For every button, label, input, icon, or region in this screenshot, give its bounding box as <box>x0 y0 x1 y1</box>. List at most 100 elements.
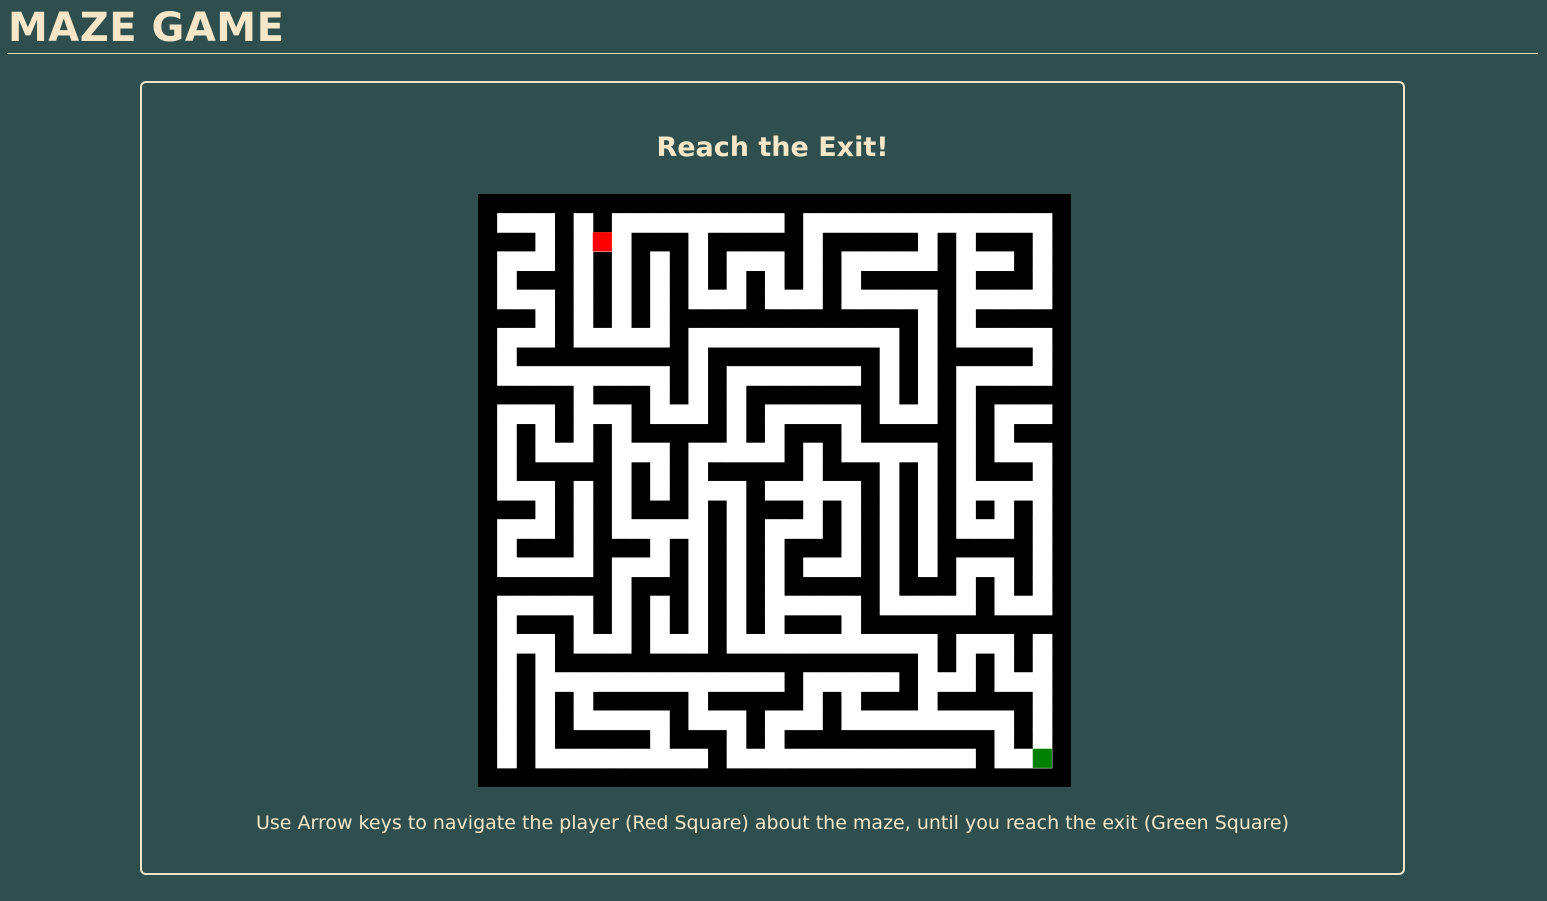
maze-path-cell <box>497 595 517 616</box>
maze-path-cell <box>497 270 517 291</box>
maze-path-cell <box>803 672 823 692</box>
maze-path-cell <box>1032 327 1053 348</box>
maze-path-cell <box>898 633 919 654</box>
maze-path-cell <box>573 308 594 329</box>
maze-path-cell <box>784 595 804 616</box>
maze-path-cell <box>688 710 709 731</box>
maze-path-cell <box>611 366 632 386</box>
maze-path-cell <box>650 327 670 348</box>
maze-path-cell <box>745 213 766 233</box>
maze-path-cell <box>994 672 1015 692</box>
maze-path-cell <box>879 748 900 769</box>
maze-path-cell <box>688 538 709 558</box>
maze-grid <box>478 194 1071 787</box>
maze-path-cell <box>956 289 976 310</box>
maze-path-cell <box>822 672 842 692</box>
maze-path-cell <box>803 366 823 386</box>
maze-path-cell <box>764 289 785 310</box>
maze-path-cell <box>1013 366 1034 386</box>
maze-path-cell <box>937 710 957 731</box>
maze-path-cell <box>688 232 709 252</box>
maze-path-cell <box>611 672 632 692</box>
maze-path-cell <box>917 672 938 692</box>
maze-path-cell <box>764 251 785 272</box>
maze-path-cell <box>975 633 995 654</box>
maze-path-cell <box>841 289 862 310</box>
maze-path-cell <box>611 576 632 597</box>
maze-path-cell <box>764 327 785 348</box>
maze-path-cell <box>764 633 785 654</box>
maze-path-cell <box>688 442 709 463</box>
maze-path-cell <box>917 404 938 425</box>
maze-path-cell <box>650 519 670 539</box>
maze-path-cell <box>1032 538 1053 558</box>
maze-path-cell <box>631 519 651 539</box>
maze-path-cell <box>1032 213 1053 233</box>
maze-path-cell <box>611 519 632 539</box>
maze-path-cell <box>879 404 900 425</box>
maze-path-cell <box>1032 289 1053 310</box>
maze-path-cell <box>688 633 709 654</box>
maze-path-cell <box>1032 595 1053 616</box>
instructions-text: Use Arrow keys to navigate the player (R… <box>255 812 1290 834</box>
maze-path-cell <box>917 538 938 558</box>
page-header: MAZE GAME <box>7 0 1538 54</box>
maze-path-cell <box>956 251 976 272</box>
maze-path-cell <box>611 327 632 348</box>
maze-path-cell <box>841 672 862 692</box>
maze-path-cell <box>726 213 747 233</box>
maze-path-cell <box>611 289 632 310</box>
maze-path-cell <box>1032 633 1053 654</box>
maze-path-cell <box>1032 653 1053 673</box>
maze-path-cell <box>573 614 594 635</box>
maze-path-cell <box>956 423 976 444</box>
page-title: MAZE GAME <box>8 5 285 51</box>
maze-path-cell <box>994 500 1015 520</box>
maze-path-cell <box>573 423 594 444</box>
maze-path-cell <box>860 672 881 692</box>
maze-path-cell <box>535 748 556 769</box>
maze-path-cell <box>611 633 632 654</box>
maze-path-cell <box>573 480 594 501</box>
maze-path-cell <box>803 557 823 578</box>
maze-path-cell <box>535 327 556 348</box>
maze-path-cell <box>573 385 594 405</box>
maze-path-cell <box>956 710 976 731</box>
maze-path-cell <box>784 633 804 654</box>
maze-path-cell <box>669 519 689 539</box>
maze-path-cell <box>573 213 594 233</box>
maze-path-cell <box>554 442 575 463</box>
maze-path-cell <box>573 691 594 711</box>
maze-path-cell <box>535 672 556 692</box>
maze-path-cell <box>650 442 670 463</box>
maze-path-cell <box>803 404 823 425</box>
maze-path-cell <box>917 653 938 673</box>
maze-path-cell <box>497 710 517 731</box>
maze-path-cell <box>860 327 881 348</box>
maze-path-cell <box>822 366 842 386</box>
maze-path-cell <box>650 404 670 425</box>
maze-path-cell <box>975 366 995 386</box>
maze-path-cell <box>650 672 670 692</box>
maze-path-cell <box>650 213 670 233</box>
maze-path-cell <box>860 633 881 654</box>
maze-board[interactable] <box>478 194 1071 787</box>
maze-path-cell <box>956 748 976 769</box>
maze-path-cell <box>726 595 747 616</box>
maze-path-cell <box>1032 232 1053 252</box>
maze-path-cell <box>688 748 709 769</box>
maze-path-cell <box>573 633 594 654</box>
maze-path-cell <box>535 710 556 731</box>
maze-path-cell <box>631 327 651 348</box>
maze-path-cell <box>994 251 1015 272</box>
maze-path-cell <box>879 595 900 616</box>
maze-path-cell <box>784 327 804 348</box>
maze-path-cell <box>803 633 823 654</box>
maze-path-cell <box>994 557 1015 578</box>
maze-path-cell <box>956 500 976 520</box>
maze-path-cell <box>1032 251 1053 272</box>
maze-path-cell <box>535 653 556 673</box>
maze-path-cell <box>611 232 632 252</box>
maze-path-cell <box>535 423 556 444</box>
maze-path-cell <box>784 289 804 310</box>
